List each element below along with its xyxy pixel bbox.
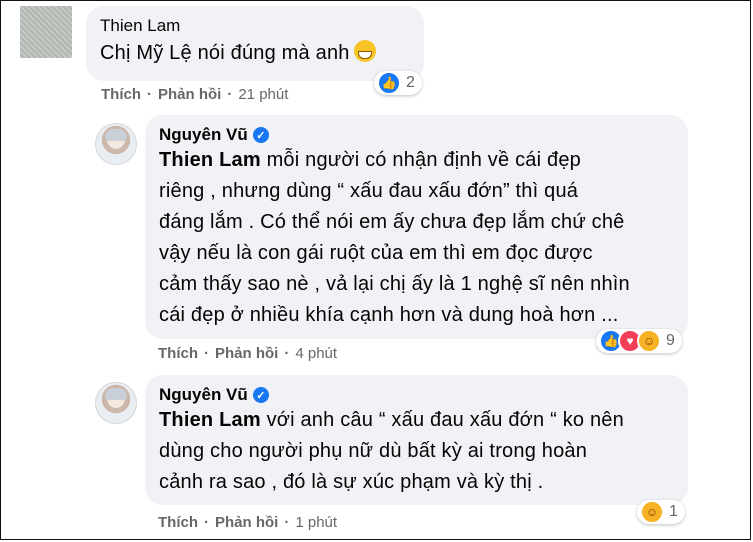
comment-actions-3: Thích · Phản hồi · 1 phút — [158, 514, 338, 531]
reaction-summary-1[interactable]: 👍 2 — [374, 71, 422, 95]
like-button[interactable]: Thích — [158, 514, 198, 531]
care-icon: ☺ — [640, 500, 664, 524]
care-icon: ☺ — [637, 329, 661, 353]
like-button[interactable]: Thích — [158, 345, 198, 362]
reaction-summary-2[interactable]: 👍 ♥ ☺ 9 — [596, 329, 682, 353]
reaction-summary-3[interactable]: ☺ 1 — [637, 500, 685, 524]
verified-badge-icon: ✓ — [252, 387, 269, 403]
verified-badge-icon: ✓ — [252, 127, 269, 143]
comment-author[interactable]: Thien Lam — [100, 16, 410, 36]
comment-text: Thien Lam mỗi người có nhận định về cái … — [159, 149, 630, 326]
reaction-count: 2 — [406, 74, 415, 91]
avatar-nguyen-vu[interactable] — [95, 382, 137, 424]
like-button[interactable]: Thích — [101, 86, 141, 103]
comment-text: Thien Lam với anh câu “ xấu đau xấu đớn … — [159, 409, 624, 493]
mention-link[interactable]: Thien Lam — [159, 149, 261, 171]
comment-text: Chị Mỹ Lệ nói đúng mà anh — [100, 38, 410, 69]
reply-button[interactable]: Phản hồi — [215, 514, 278, 531]
comment-bubble-1: Thien Lam Chị Mỹ Lệ nói đúng mà anh — [86, 6, 424, 81]
comment-timestamp[interactable]: 1 phút — [295, 514, 337, 531]
avatar-nguyen-vu[interactable] — [95, 123, 137, 165]
comment-timestamp[interactable]: 21 phút — [238, 86, 288, 103]
like-icon: 👍 — [377, 71, 401, 95]
grin-emoji-icon — [353, 40, 376, 62]
reply-button[interactable]: Phản hồi — [215, 345, 278, 362]
comment-timestamp[interactable]: 4 phút — [295, 345, 337, 362]
comment-actions-2: Thích · Phản hồi · 4 phút — [158, 345, 338, 362]
comment-author[interactable]: Nguyên Vũ ✓ — [159, 385, 674, 405]
comment-actions-1: Thích · Phản hồi · 21 phút — [101, 86, 289, 103]
avatar-thien-lam[interactable] — [20, 6, 72, 58]
reply-button[interactable]: Phản hồi — [158, 86, 221, 103]
comment-bubble-3: Nguyên Vũ ✓ Thien Lam với anh câu “ xấu đ… — [145, 375, 688, 505]
reaction-count: 9 — [666, 332, 675, 349]
comment-bubble-2: Nguyên Vũ ✓ Thien Lam mỗi người có nhận đ… — [145, 115, 688, 339]
comment-author[interactable]: Nguyên Vũ ✓ — [159, 125, 674, 145]
mention-link[interactable]: Thien Lam — [159, 409, 261, 431]
reaction-count: 1 — [669, 503, 678, 520]
